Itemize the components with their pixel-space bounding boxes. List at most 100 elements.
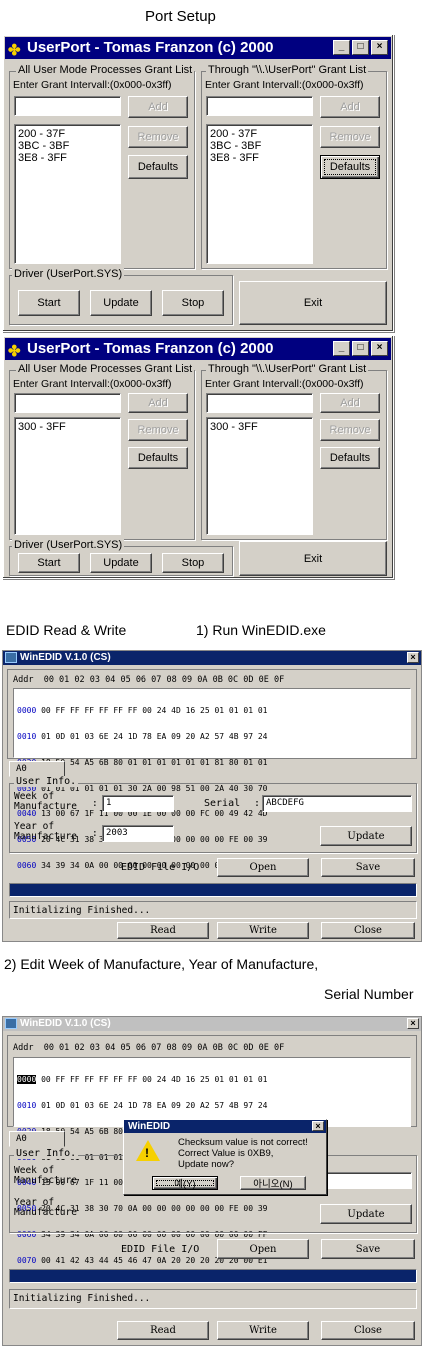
minimize-button[interactable]: _ <box>333 341 350 356</box>
close-icon[interactable]: × <box>407 1018 419 1029</box>
enter-grant-label: Enter Grant Intervall:(0x000-0x3ff) <box>13 79 172 91</box>
minimize-button[interactable]: _ <box>333 40 350 55</box>
serial-input[interactable]: ABCDEFG <box>262 795 412 812</box>
close-icon[interactable]: × <box>407 652 419 663</box>
defaults-button[interactable]: Defaults <box>320 155 380 179</box>
list-item[interactable]: 300 - 3FF <box>18 421 117 433</box>
hex-addr: 0060 <box>17 860 37 870</box>
hex-row[interactable]: 0010 01 0D 01 03 6E 24 1D 78 EA 09 20 A2… <box>17 731 407 742</box>
start-button[interactable]: Start <box>18 553 80 573</box>
remove-button[interactable]: Remove <box>320 126 380 148</box>
through-userport-grant-group: Through "\\.\UserPort" Grant List Enter … <box>201 363 387 540</box>
remove-button[interactable]: Remove <box>128 126 188 148</box>
hex-row[interactable]: 0010 01 0D 01 03 6E 24 1D 78 EA 09 20 A2… <box>17 1100 407 1111</box>
winedid-titlebar[interactable]: WinEDID V.1.0 (CS) × <box>3 651 421 665</box>
hex-grid[interactable]: 0000 00 FF FF FF FF FF FF 00 24 4D 16 25… <box>13 1057 411 1264</box>
hex-addr: 0010 <box>17 731 37 741</box>
winedid-titlebar[interactable]: WinEDID V.1.0 (CS) × <box>3 1017 421 1031</box>
list-item[interactable]: 200 - 37F <box>210 128 309 140</box>
week-input[interactable]: 1 <box>102 795 174 812</box>
start-button[interactable]: Start <box>18 290 80 316</box>
update-button[interactable]: Update <box>320 826 412 846</box>
warning-icon-mark: ! <box>145 1146 149 1160</box>
winedid-window-1: WinEDID V.1.0 (CS) × Addr 00 01 02 03 04… <box>2 650 422 942</box>
close-button[interactable]: × <box>371 341 388 356</box>
year-input[interactable]: 2003 <box>102 825 174 842</box>
write-button[interactable]: Write <box>217 922 309 939</box>
close-button[interactable]: × <box>371 40 388 55</box>
list-item[interactable]: 200 - 37F <box>18 128 117 140</box>
hex-row[interactable]: 0000 00 FF FF FF FF FF FF 00 24 4D 16 25… <box>17 1075 407 1085</box>
save-button[interactable]: Save <box>321 1239 415 1259</box>
list-item[interactable]: 3E8 - 3FF <box>210 152 309 164</box>
tab-a0[interactable]: A0 <box>9 761 65 777</box>
list-item[interactable]: 3BC - 3BF <box>18 140 117 152</box>
serial-colon: : <box>254 798 261 809</box>
remove-button[interactable]: Remove <box>128 419 188 441</box>
read-button[interactable]: Read <box>117 922 209 939</box>
list-item[interactable]: 3BC - 3BF <box>210 140 309 152</box>
add-button[interactable]: Add <box>320 393 380 413</box>
exit-button[interactable]: Exit <box>239 281 387 325</box>
caption-edid-rw: EDID Read & Write <box>6 622 127 638</box>
remove-button[interactable]: Remove <box>320 419 380 441</box>
serial-input[interactable] <box>320 1172 412 1189</box>
update-button[interactable]: Update <box>320 1204 412 1224</box>
userport-window-1: ✤ UserPort - Tomas Franzon (c) 2000 _ □ … <box>2 34 394 332</box>
no-button[interactable]: 아니오(N) <box>240 1176 306 1190</box>
user-info-group: User Info. Week of Manufacture : 1 Seria… <box>9 776 417 853</box>
list-item[interactable]: 3E8 - 3FF <box>18 152 117 164</box>
defaults-button[interactable]: Defaults <box>128 447 188 469</box>
defaults-button[interactable]: Defaults <box>128 155 188 179</box>
hex-bytes: 00 FF FF FF FF FF FF 00 24 4D 16 25 01 0… <box>41 706 268 716</box>
grant-interval-input[interactable] <box>14 96 121 116</box>
grant-list[interactable]: 200 - 37F 3BC - 3BF 3E8 - 3FF <box>206 124 313 264</box>
yes-button[interactable]: 예(Y) <box>152 1176 218 1190</box>
update-button[interactable]: Update <box>90 553 152 573</box>
grant-list[interactable]: 300 - 3FF <box>14 417 121 535</box>
driver-group: Driver (UserPort.SYS) Start Update Stop <box>9 268 233 325</box>
userport-app-icon: ✤ <box>8 343 21 360</box>
save-button[interactable]: Save <box>321 858 415 877</box>
write-button[interactable]: Write <box>217 1321 309 1340</box>
stop-button[interactable]: Stop <box>162 553 224 573</box>
grant-list[interactable]: 300 - 3FF <box>206 417 313 535</box>
hex-row[interactable]: 0000 00 FF FF FF FF FF FF 00 24 4D 16 25… <box>17 706 407 716</box>
grant-interval-input[interactable] <box>14 393 121 413</box>
hex-grid[interactable]: 0000 00 FF FF FF FF FF FF 00 24 4D 16 25… <box>13 688 411 895</box>
driver-group-label: Driver (UserPort.SYS) <box>12 268 125 280</box>
close-icon[interactable]: × <box>312 1121 324 1131</box>
progress-bar <box>9 883 417 897</box>
grant-interval-input[interactable] <box>206 96 313 116</box>
hex-header: Addr 00 01 02 03 04 05 06 07 08 09 0A 0B… <box>13 1043 285 1053</box>
grant-list[interactable]: 200 - 37F 3BC - 3BF 3E8 - 3FF <box>14 124 121 264</box>
userport-titlebar-2[interactable]: ✤ UserPort - Tomas Franzon (c) 2000 _ □ … <box>5 338 391 360</box>
winedid-title: WinEDID V.1.0 (CS) <box>20 652 111 663</box>
close-button[interactable]: Close <box>321 922 415 939</box>
close-button[interactable]: Close <box>321 1321 415 1340</box>
grant-interval-input[interactable] <box>206 393 313 413</box>
maximize-button[interactable]: □ <box>352 40 369 55</box>
hex-bytes: 01 0D 01 03 6E 24 1D 78 EA 09 20 A2 57 4… <box>41 1100 268 1110</box>
read-button[interactable]: Read <box>117 1321 209 1340</box>
list-item[interactable]: 300 - 3FF <box>210 421 309 433</box>
caption-step1: 1) Run WinEDID.exe <box>196 622 326 638</box>
add-button[interactable]: Add <box>128 393 188 413</box>
exit-button[interactable]: Exit <box>239 541 387 576</box>
add-button[interactable]: Add <box>320 96 380 118</box>
add-button[interactable]: Add <box>128 96 188 118</box>
maximize-button[interactable]: □ <box>352 341 369 356</box>
open-button[interactable]: Open <box>217 1239 309 1259</box>
update-button[interactable]: Update <box>90 290 152 316</box>
open-button[interactable]: Open <box>217 858 309 877</box>
userport-titlebar-1[interactable]: ✤ UserPort - Tomas Franzon (c) 2000 _ □ … <box>5 37 391 59</box>
status-text: Initializing Finished... <box>9 901 417 919</box>
tab-a0[interactable]: A0 <box>9 1131 65 1147</box>
hex-row[interactable]: 0020 18 50 54 A5 6B 80 01 01 01 01 01 01… <box>17 758 407 768</box>
enter-grant-label: Enter Grant Intervall:(0x000-0x3ff) <box>205 378 364 390</box>
stop-button[interactable]: Stop <box>162 290 224 316</box>
defaults-button[interactable]: Defaults <box>320 447 380 469</box>
driver-group: Driver (UserPort.SYS) Start Update Stop <box>9 539 233 576</box>
through-userport-grant-label: Through "\\.\UserPort" Grant List <box>206 363 369 375</box>
dialog-titlebar[interactable]: WinEDID × <box>124 1120 326 1133</box>
